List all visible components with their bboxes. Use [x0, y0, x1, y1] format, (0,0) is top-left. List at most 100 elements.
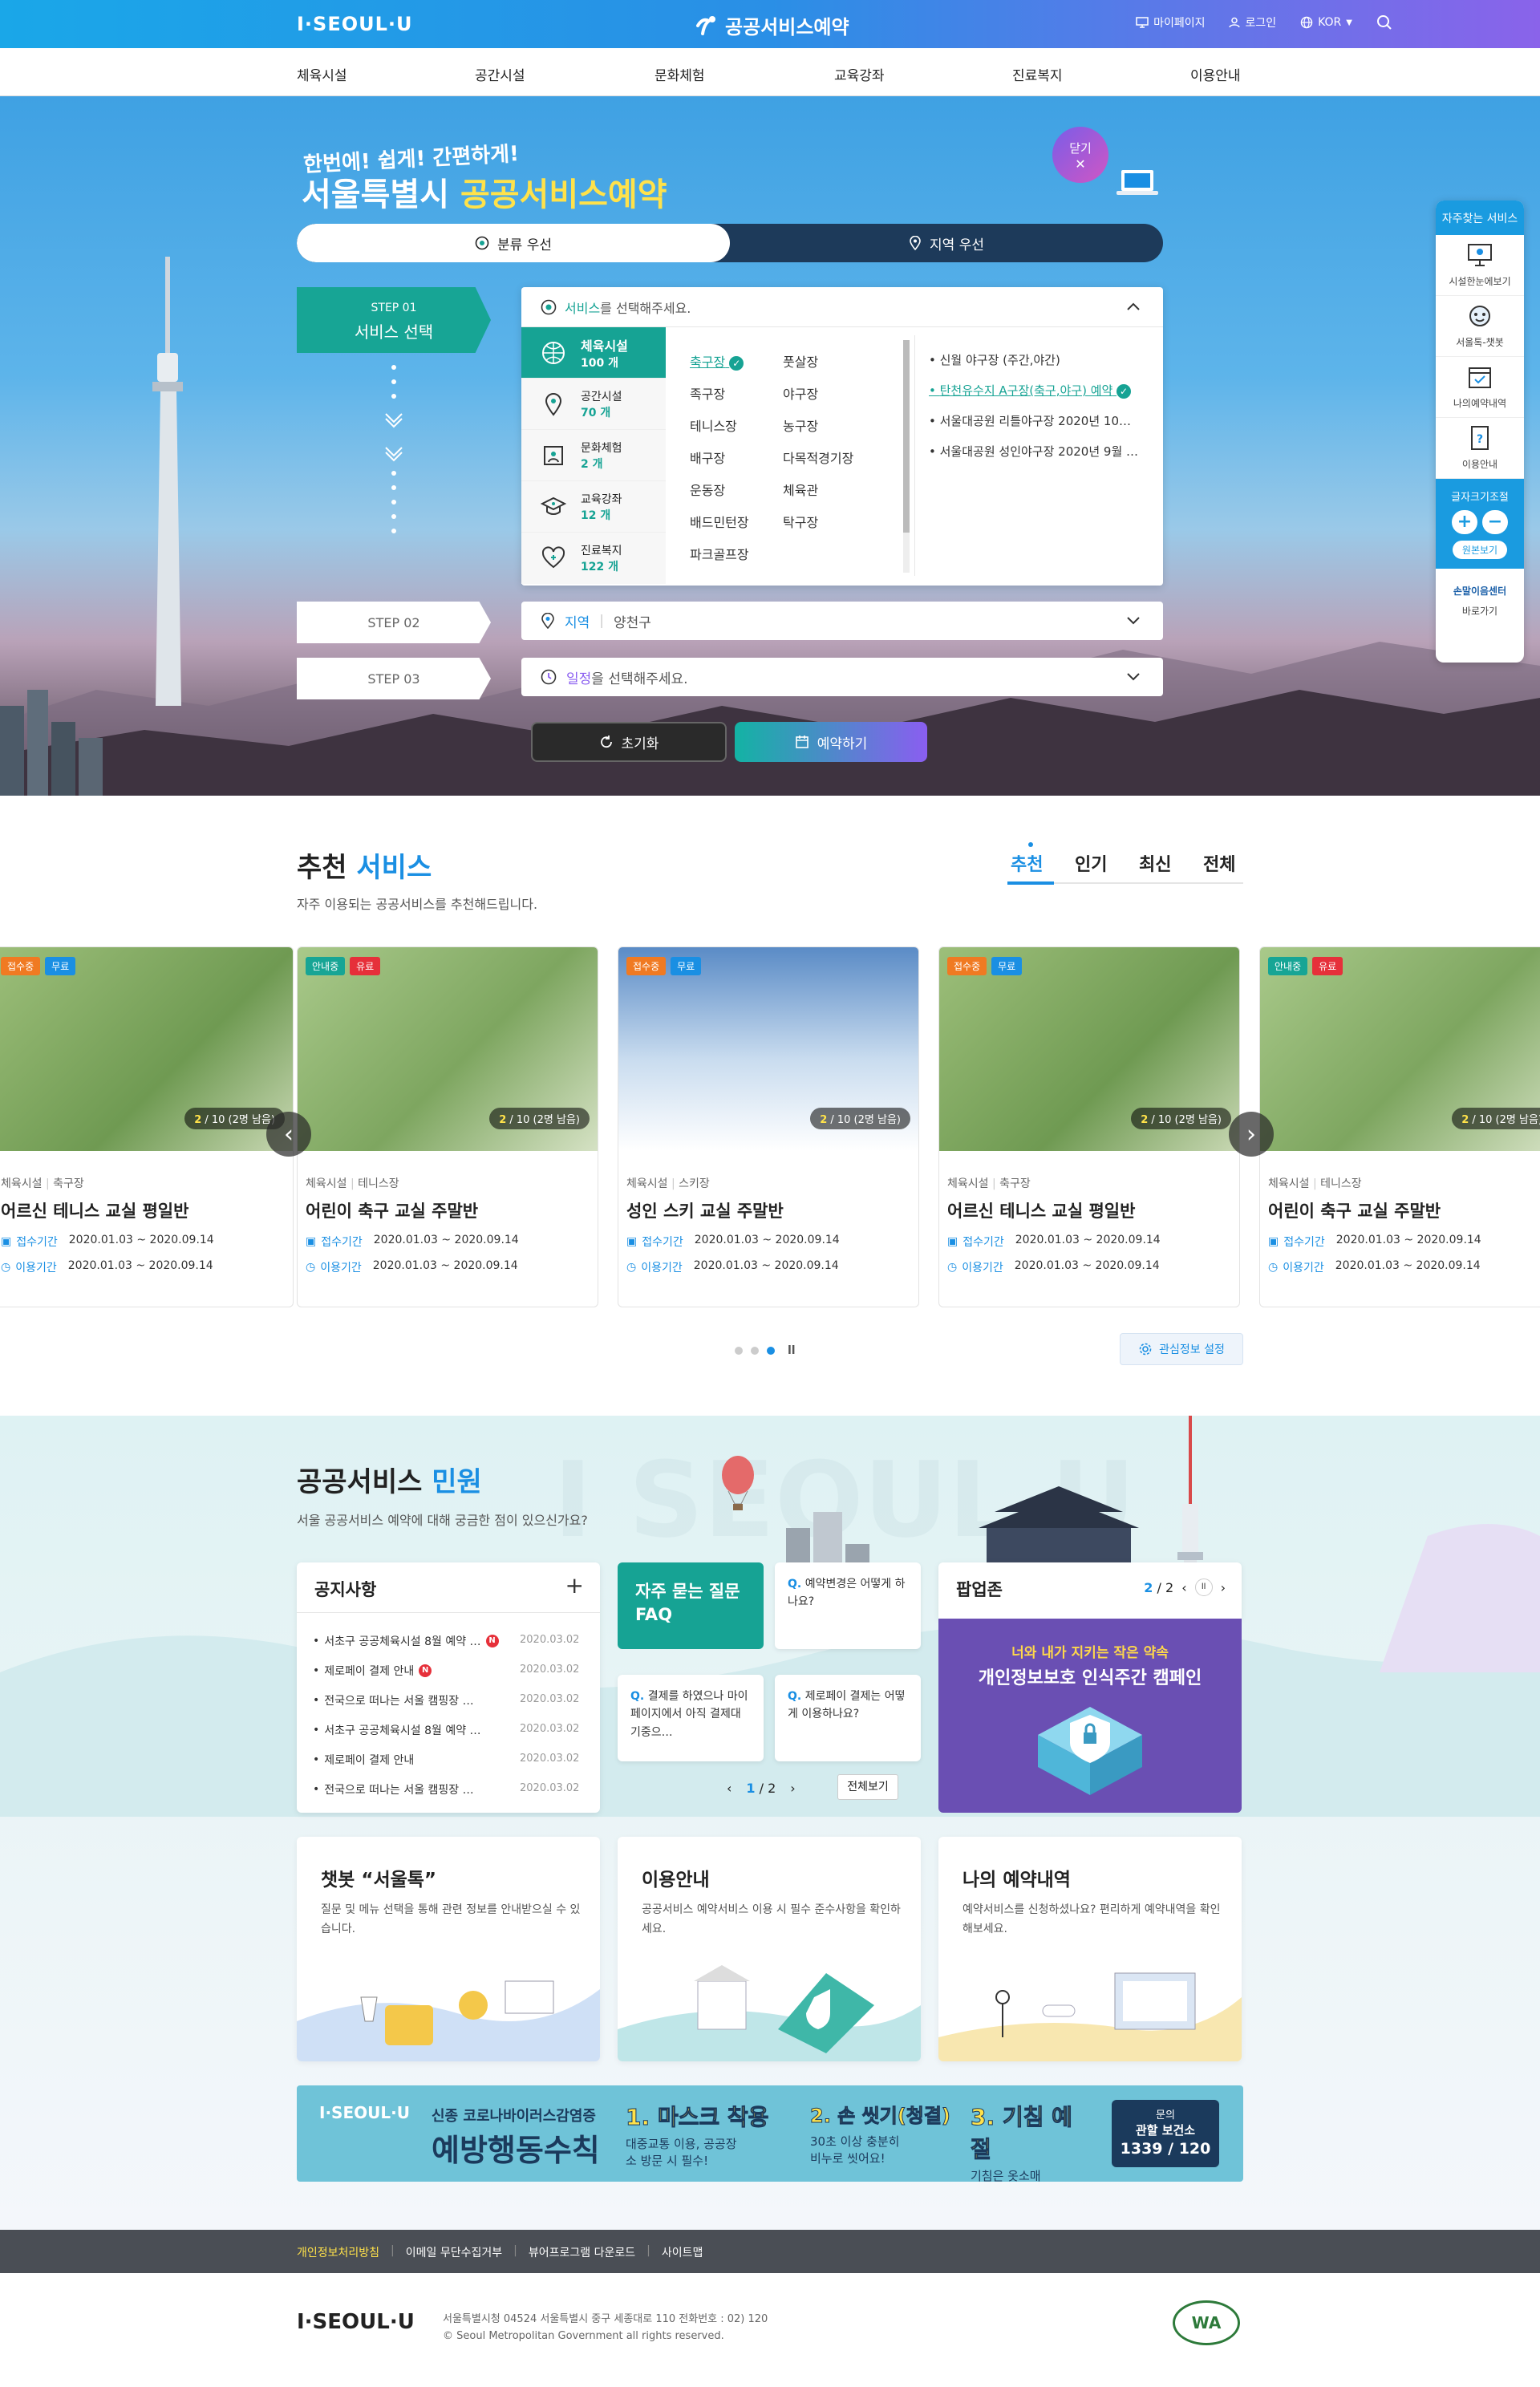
sub-item[interactable]: 풋살장	[783, 351, 818, 371]
service-card[interactable]: 접수중 무료 2 / 10 (2명 남음) 체육시설 | 스키장 성인 스키 교…	[618, 946, 919, 1307]
font-reset-button[interactable]: 원본보기	[1452, 540, 1508, 559]
service-card[interactable]: 안내중 유료 2 / 10 (2명 남음) 체육시설 | 테니스장 어린이 축구…	[1259, 946, 1540, 1307]
card-use-period: ◷ 이용기간 2020.01.03 ~ 2020.09.14	[1268, 1259, 1481, 1275]
result-item[interactable]: • 서울대공원 리틀야구장 2020년 10…	[929, 412, 1145, 429]
sub-soccer[interactable]: 축구장 ✓	[690, 351, 744, 371]
notice-item[interactable]: • 제로페이 결제 안내	[313, 1752, 414, 1768]
pause-icon[interactable]: ll	[1194, 1578, 1213, 1596]
chevron-up-icon[interactable]	[1126, 302, 1141, 311]
pager-dot[interactable]	[735, 1347, 743, 1355]
result-item[interactable]: • 신월 야구장 (주간,야간)	[929, 351, 1145, 368]
chevron-left-icon[interactable]: ‹	[1181, 1580, 1186, 1595]
search-icon[interactable]	[1376, 14, 1392, 30]
chatbot-card[interactable]: 챗봇 “서울톡” 질문 및 메뉴 선택을 통해 관련 정보를 안내받으실 수 있…	[297, 1837, 600, 2061]
email-refuse-link[interactable]: 이메일 무단수집거부	[406, 2244, 502, 2260]
guide-card[interactable]: 이용안내 공공서비스 예약서비스 이용 시 필수 준수사항을 확인하세요.	[618, 1837, 921, 2061]
sub-item[interactable]: 배구장	[690, 448, 725, 467]
quick-facility-overview[interactable]: 시설한눈에보기	[1436, 235, 1524, 296]
tab-latest[interactable]: 최신	[1139, 850, 1171, 876]
nav-sports[interactable]: 체육시설	[297, 64, 347, 84]
faq-view-all-button[interactable]: 전체보기	[837, 1774, 898, 1800]
notice-item[interactable]: • 서초구 공공체육시설 8월 예약 … N	[313, 1633, 499, 1649]
corona-banner[interactable]: I·SEOUL·U 신종 코로나바이러스감염증 예방행동수칙 1. 마스크 착용…	[297, 2085, 1243, 2182]
carousel-prev-button[interactable]: ‹	[266, 1112, 311, 1157]
font-decrease-button[interactable]: −	[1482, 509, 1508, 534]
nav-guide[interactable]: 이용안내	[1190, 64, 1241, 84]
plus-icon[interactable]: +	[565, 1572, 584, 1599]
notice-item[interactable]: • 전국으로 떠나는 서울 캠핑장 …	[313, 1781, 474, 1797]
language-select[interactable]: KOR ▼	[1300, 16, 1352, 29]
quick-guide[interactable]: ? 이용안내	[1436, 418, 1524, 479]
web-accessibility-mark[interactable]: WA	[1173, 2300, 1240, 2345]
carousel-next-button[interactable]: ›	[1229, 1112, 1274, 1157]
category-culture[interactable]: 문화체험 2 개	[521, 430, 666, 481]
service-card[interactable]: 접수중 무료 2 / 10 (2명 남음) 체육시설 | 축구장 어르신 테니스…	[0, 946, 294, 1307]
login-link[interactable]: 로그인	[1229, 14, 1276, 30]
book-button[interactable]: 예약하기	[735, 722, 927, 762]
sub-item[interactable]: 다목적경기장	[783, 448, 853, 467]
region-select[interactable]: 지역 | 양천구	[521, 602, 1163, 640]
clock-icon: ◷	[947, 1261, 958, 1274]
tab-popular[interactable]: 인기	[1075, 850, 1107, 876]
interest-settings-button[interactable]: 관심정보 설정	[1120, 1333, 1243, 1365]
font-increase-button[interactable]: +	[1452, 509, 1477, 534]
chevron-right-icon[interactable]: ›	[1221, 1580, 1226, 1595]
status-badge: 접수중	[1, 957, 41, 975]
sub-item[interactable]: 체육관	[783, 480, 818, 499]
sub-item[interactable]: 파크골프장	[690, 544, 749, 563]
category-medical[interactable]: 진료복지 122 개	[521, 533, 666, 584]
nav-culture[interactable]: 문화체험	[654, 64, 705, 84]
faq-item[interactable]: Q. 예약변경은 어떻게 하나요?	[775, 1562, 921, 1649]
service-select-header[interactable]: 서비스를 선택해주세요.	[521, 287, 1163, 327]
category-sports[interactable]: 체육시설 100 개	[521, 327, 666, 379]
close-button[interactable]: 닫기 ✕	[1052, 127, 1108, 183]
sub-item[interactable]: 배드민턴장	[690, 512, 749, 531]
chevron-right-icon[interactable]: ›	[790, 1781, 795, 1796]
pause-icon[interactable]: ll	[788, 1344, 796, 1357]
mypage-link[interactable]: 마이페이지	[1136, 14, 1205, 30]
nav-education[interactable]: 교육강좌	[834, 64, 885, 84]
service-card[interactable]: 접수중 무료 2 / 10 (2명 남음) 체육시설 | 축구장 어르신 테니스…	[938, 946, 1240, 1307]
tab-active-dot	[1028, 842, 1033, 847]
result-item-selected[interactable]: • 탄천유수지 A구장(축구,야구) 예약 ✓	[929, 382, 1145, 399]
quick-chatbot[interactable]: 서울톡-챗봇	[1436, 296, 1524, 357]
popup-banner[interactable]: 너와 내가 지키는 작은 약속 개인정보보호 인식주간 캠페인	[938, 1619, 1242, 1813]
sub-item[interactable]: 야구장	[783, 383, 818, 403]
result-item[interactable]: • 서울대공원 성인야구장 2020년 9월 …	[929, 443, 1145, 460]
sub-item[interactable]: 족구장	[690, 383, 725, 403]
sitemap-link[interactable]: 사이트맵	[662, 2244, 703, 2260]
nav-medical[interactable]: 진료복지	[1012, 64, 1063, 84]
notice-item[interactable]: • 서초구 공공체육시설 8월 예약 …	[313, 1722, 481, 1738]
scrollbar[interactable]	[903, 340, 910, 573]
toggle-category-first[interactable]: 분류 우선	[297, 224, 730, 262]
category-space[interactable]: 공간시설 70 개	[521, 379, 666, 430]
faq-title-box[interactable]: 자주 묻는 질문 FAQ	[618, 1562, 764, 1649]
sub-item[interactable]: 탁구장	[783, 512, 818, 531]
reset-button[interactable]: 초기화	[531, 722, 727, 762]
pager-dot-active[interactable]	[767, 1347, 775, 1355]
faq-item[interactable]: Q. 제로페이 결제는 어떻게 이용하나요?	[775, 1675, 921, 1761]
sub-item[interactable]: 운동장	[690, 480, 725, 499]
sub-item[interactable]: 테니스장	[690, 415, 737, 435]
tab-all[interactable]: 전체	[1203, 850, 1235, 876]
notice-item[interactable]: • 전국으로 떠나는 서울 캠핑장 …	[313, 1692, 474, 1708]
privacy-policy-link[interactable]: 개인정보처리방침	[297, 2244, 379, 2260]
notice-item[interactable]: • 제로페이 결제 안내 N	[313, 1663, 432, 1679]
handsign-center-link[interactable]: 손말이음센터 바로가기	[1436, 569, 1524, 633]
date-select[interactable]: 일정을 선택해주세요.	[521, 658, 1163, 696]
sub-item[interactable]: 농구장	[783, 415, 818, 435]
viewer-download-link[interactable]: 뷰어프로그램 다운로드	[529, 2244, 635, 2260]
toggle-region-first[interactable]: 지역 우선	[730, 224, 1163, 262]
chevron-left-icon[interactable]: ‹	[727, 1781, 732, 1796]
my-reservation-card[interactable]: 나의 예약내역 예약서비스를 신청하셨나요? 편리하게 예약내역을 확인해보세요…	[938, 1837, 1242, 2061]
category-education[interactable]: 교육강좌 12 개	[521, 481, 666, 533]
quick-my-reservations[interactable]: 나의예약내역	[1436, 357, 1524, 418]
footer-logo: I·SEOUL·U	[297, 2310, 415, 2334]
tab-recommend[interactable]: 추천	[1011, 850, 1043, 876]
service-card[interactable]: 안내중 유료 2 / 10 (2명 남음) 체육시설 | 테니스장 어린이 축구…	[297, 946, 598, 1307]
faq-item[interactable]: Q. 결제를 하였으나 마이페이지에서 아직 결제대기중으…	[618, 1675, 764, 1761]
pager-dot[interactable]	[751, 1347, 759, 1355]
seoul-logo[interactable]: I·SEOUL·U	[297, 13, 413, 35]
site-title[interactable]: 공공서비스예약	[695, 11, 849, 39]
nav-space[interactable]: 공간시설	[475, 64, 525, 84]
